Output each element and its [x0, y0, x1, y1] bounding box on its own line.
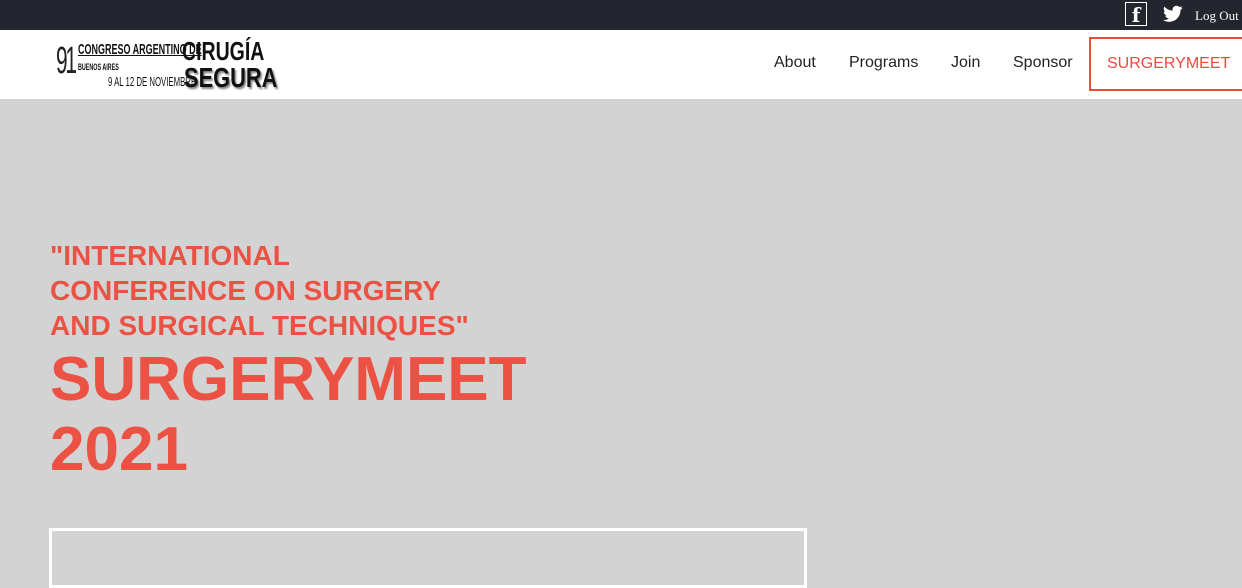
twitter-icon[interactable]	[1163, 5, 1183, 23]
logo-word2: SEGURA	[184, 62, 278, 93]
logo-line2: BUENOS AIRES	[78, 62, 119, 72]
nav-item-join[interactable]: Join	[951, 54, 980, 72]
top-bar: f Log Out	[0, 0, 1242, 30]
hero-subtitle-line3: AND SURGICAL TECHNIQUES"	[50, 310, 469, 341]
surgerymeet-button[interactable]: SURGERYMEET	[1089, 37, 1242, 91]
main-navbar: 91 CONGRESO ARGENTINO DE CIRUGÍA BUENOS …	[0, 30, 1242, 99]
logo-number: 91	[56, 40, 77, 82]
hero-outline-box	[49, 528, 807, 588]
facebook-icon[interactable]: f	[1125, 2, 1147, 27]
hero-title: SURGERYMEET 2021	[50, 345, 527, 485]
hero-subtitle-line2: CONFERENCE ON SURGERY	[50, 275, 442, 306]
logo-dates: 9 AL 12 DE NOVIEMBRE	[108, 74, 197, 89]
nav-item-about[interactable]: About	[774, 54, 816, 72]
logout-link[interactable]: Log Out	[1195, 8, 1239, 24]
hero-subtitle-line1: "INTERNATIONAL	[50, 240, 290, 271]
nav-item-programs[interactable]: Programs	[849, 54, 918, 72]
hero-title-line2: 2021	[50, 415, 188, 484]
hero-subtitle: "INTERNATIONAL CONFERENCE ON SURGERY AND…	[50, 238, 610, 343]
hero-title-line1: SURGERYMEET	[50, 345, 527, 414]
site-logo[interactable]: 91 CONGRESO ARGENTINO DE CIRUGÍA BUENOS …	[56, 36, 278, 93]
nav-item-sponsor[interactable]: Sponsor	[1013, 54, 1073, 72]
